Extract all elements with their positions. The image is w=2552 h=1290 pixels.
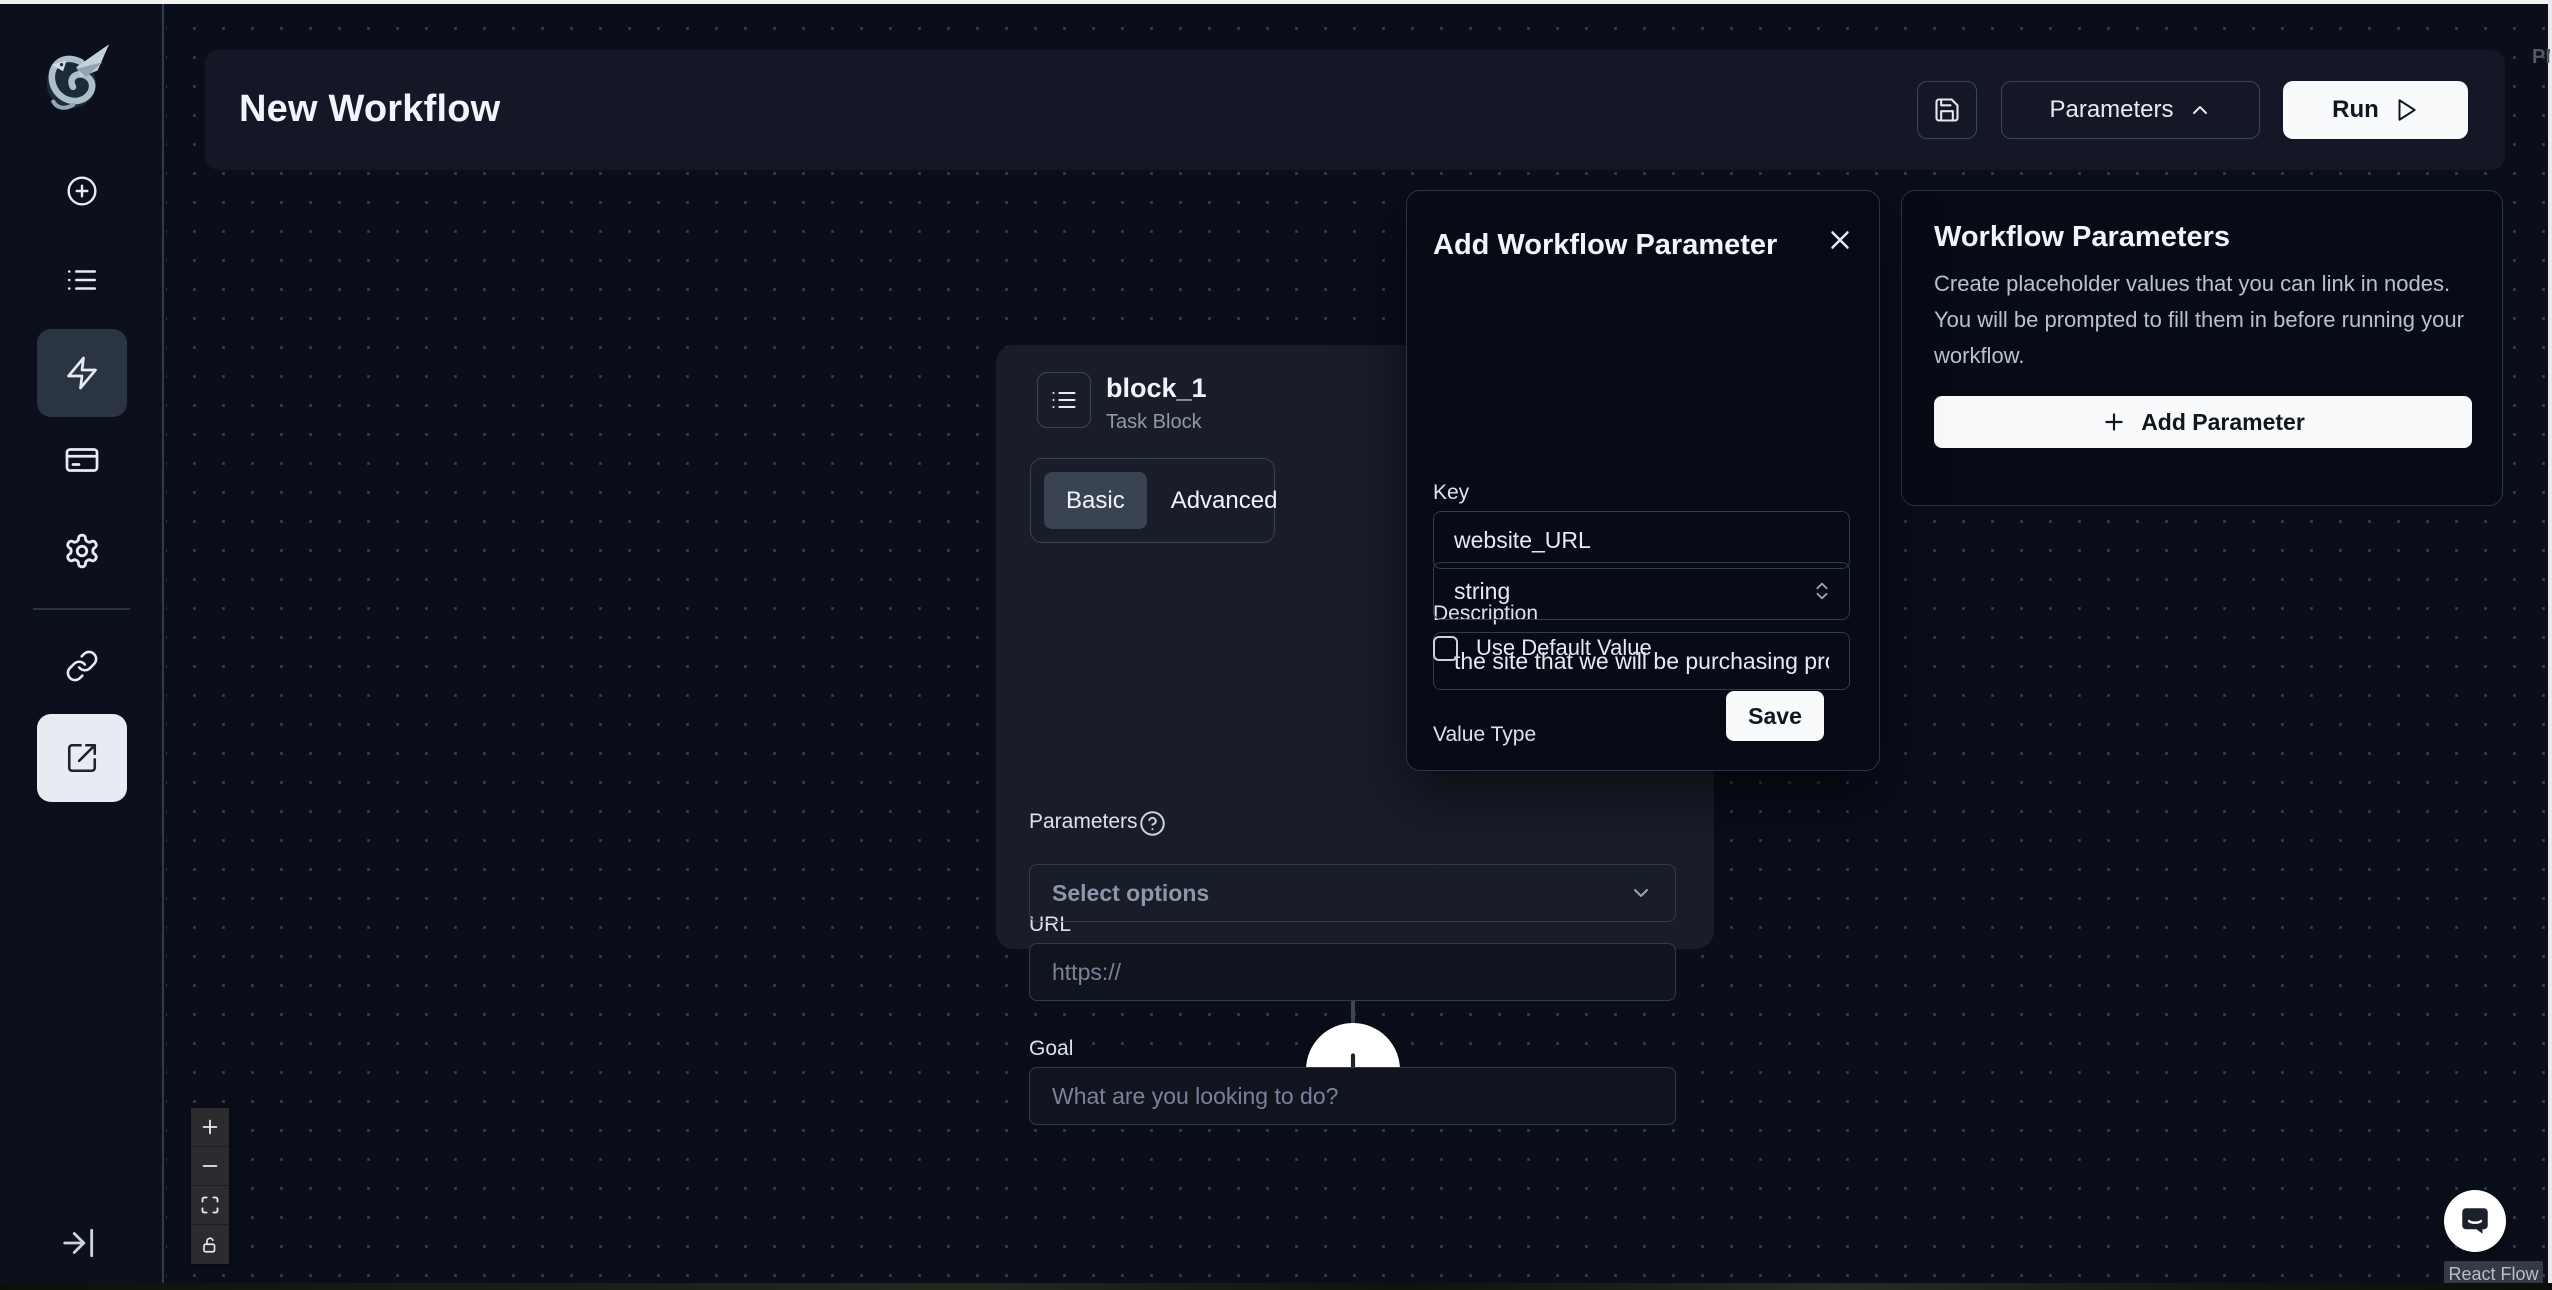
url-input[interactable]	[1029, 943, 1676, 1001]
add-parameter-modal: Add Workflow Parameter Key Description V…	[1406, 190, 1880, 771]
value-type-value: string	[1454, 578, 1510, 605]
sidebar-item-settings[interactable]	[37, 521, 127, 581]
use-default-value-label: Use Default Value	[1476, 635, 1652, 661]
link-icon	[65, 649, 99, 683]
react-flow-label: React Flow	[2448, 1264, 2538, 1284]
plus-icon	[2101, 409, 2127, 435]
panel-title: Workflow Parameters	[1934, 221, 2470, 254]
save-parameter-button[interactable]: Save	[1726, 691, 1824, 741]
block-type: Task Block	[1106, 411, 1202, 434]
lightning-icon	[64, 355, 100, 391]
credit-card-icon	[64, 442, 100, 478]
flow-controls	[191, 1108, 229, 1264]
fit-view-icon	[200, 1195, 220, 1215]
sidebar-collapse-button[interactable]	[60, 1222, 102, 1264]
sidebar	[0, 4, 164, 1284]
parameters-label: Parameters	[1029, 810, 1138, 834]
value-type-select[interactable]: string	[1433, 562, 1850, 620]
close-icon	[1825, 225, 1855, 255]
close-modal-button[interactable]	[1825, 225, 1855, 255]
chevron-up-icon	[2188, 98, 2212, 122]
gear-icon	[63, 532, 101, 570]
modal-title: Add Workflow Parameter	[1433, 229, 1777, 262]
external-link-icon	[65, 741, 99, 775]
zoom-out-button[interactable]	[191, 1147, 229, 1186]
block-mode-tabs: Basic Advanced	[1030, 458, 1275, 543]
chat-bubble-icon	[2457, 1203, 2493, 1239]
sidebar-item-workflows[interactable]	[37, 329, 127, 417]
arrow-right-to-line-icon	[60, 1224, 102, 1262]
support-chat-button[interactable]	[2444, 1190, 2506, 1252]
floppy-save-icon	[1933, 96, 1961, 124]
play-icon	[2393, 97, 2419, 123]
help-circle-icon[interactable]	[1139, 810, 1166, 837]
sidebar-item-tasks[interactable]	[37, 250, 127, 310]
use-default-value-checkbox[interactable]	[1433, 636, 1458, 661]
tab-advanced[interactable]: Advanced	[1149, 472, 1300, 529]
minus-icon	[199, 1155, 221, 1177]
sidebar-item-external[interactable]	[37, 714, 127, 802]
window-bottom-edge	[0, 1283, 2552, 1290]
fit-view-button[interactable]	[191, 1186, 229, 1225]
goal-input[interactable]	[1029, 1067, 1676, 1125]
tab-basic[interactable]: Basic	[1044, 472, 1147, 529]
parameters-select-placeholder: Select options	[1052, 880, 1209, 907]
save-workflow-button[interactable]	[1917, 81, 1977, 139]
chevron-down-icon	[1629, 881, 1653, 905]
page-title: New Workflow	[239, 88, 500, 131]
value-type-label: Value Type	[1433, 723, 1536, 747]
parameters-multiselect[interactable]: Select options	[1029, 864, 1676, 922]
chevrons-up-down-icon	[1811, 580, 1833, 602]
plus-circle-icon	[66, 175, 98, 207]
run-workflow-button[interactable]: Run	[2283, 81, 2468, 139]
create-workflow-button[interactable]	[37, 161, 127, 221]
sidebar-item-integrations[interactable]	[37, 636, 127, 696]
block-icon-box	[1037, 372, 1091, 428]
dragon-logo	[32, 34, 114, 120]
key-label: Key	[1433, 481, 1469, 505]
sidebar-divider	[33, 608, 130, 610]
add-parameter-label: Add Parameter	[2141, 409, 2305, 436]
menubar-clock-fragment: PM	[2532, 44, 2550, 70]
goal-label: Goal	[1029, 1037, 1073, 1061]
list-icon	[65, 263, 99, 297]
workflow-builder-app: New Workflow Parameters Run block_1 Ta	[0, 0, 2552, 1290]
lock-button[interactable]	[191, 1225, 229, 1264]
workflow-header: New Workflow Parameters Run	[205, 50, 2505, 170]
use-default-value-row: Use Default Value	[1433, 635, 1652, 661]
key-input[interactable]	[1433, 511, 1850, 569]
lock-icon	[201, 1236, 219, 1254]
zoom-in-button[interactable]	[191, 1108, 229, 1147]
add-parameter-button[interactable]: Add Parameter	[1934, 396, 2472, 448]
block-name: block_1	[1106, 373, 1207, 404]
window-right-edge	[2548, 0, 2552, 1290]
run-button-label: Run	[2332, 96, 2379, 124]
panel-description: Create placeholder values that you can l…	[1934, 266, 2470, 374]
window-top-edge	[0, 0, 2552, 4]
parameters-toggle-button[interactable]: Parameters	[2001, 81, 2260, 139]
sidebar-item-credentials[interactable]	[37, 430, 127, 490]
list-icon	[1050, 386, 1078, 414]
parameters-button-label: Parameters	[2049, 96, 2173, 124]
plus-icon	[199, 1116, 221, 1138]
workflow-parameters-panel: Workflow Parameters Create placeholder v…	[1901, 190, 2503, 506]
